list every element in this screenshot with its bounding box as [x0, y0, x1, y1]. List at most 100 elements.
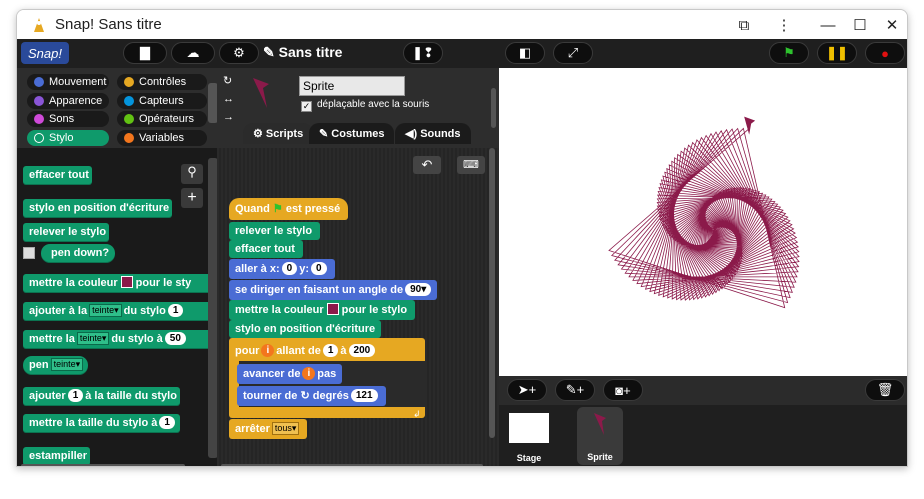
stage-size-button[interactable]: ◧ [505, 42, 545, 64]
tab-costumes[interactable]: ✎ Costumes [309, 123, 395, 144]
category-mouvement[interactable]: Mouvement [27, 74, 109, 90]
more-vert-icon[interactable]: ⋮ [773, 14, 795, 36]
stage[interactable] [499, 68, 907, 376]
pause-icon: ❚❚ [826, 45, 848, 60]
sprite-name-field[interactable]: Sprite [299, 76, 405, 96]
category-stylo[interactable]: Stylo [27, 130, 109, 146]
palette-block-pen-down-predicate[interactable]: pen down? [41, 244, 116, 263]
paint-sprite-button[interactable]: ✎+ [555, 379, 595, 401]
category-dot-icon [34, 114, 44, 124]
script-block-stop[interactable]: arrêter tous▾ [229, 419, 308, 439]
rotate-icon[interactable]: ↻ [223, 72, 234, 90]
keyboard-icon[interactable]: ⌨ [457, 156, 485, 174]
script-block-pen-down[interactable]: stylo en position d'écriture [229, 320, 382, 338]
script-block-move[interactable]: avancer de i pas [237, 364, 343, 384]
normal-stage-icon: ◧ [518, 45, 532, 60]
palette-block-pen-up[interactable]: relever le stylo [23, 223, 110, 242]
category-capteurs[interactable]: Capteurs [117, 93, 207, 109]
draggable-checkbox[interactable]: ✓ [301, 101, 312, 112]
number-slot[interactable]: 0 [310, 262, 327, 275]
script-hscrollbar[interactable] [221, 464, 483, 466]
tab-scripts[interactable]: ⚙ Scripts [243, 123, 314, 144]
number-slot[interactable]: 50 [164, 332, 186, 345]
number-slot[interactable]: 121 [350, 389, 378, 402]
script-hat-green-flag[interactable]: Quand ⚑ est pressé [229, 198, 349, 220]
camera-plus-icon: ◙+ [615, 382, 631, 398]
category-sons[interactable]: Sons [27, 111, 109, 127]
corral-scrollbar[interactable] [491, 88, 496, 128]
turn-right-icon: ↻ [300, 390, 310, 402]
dropdown-attribute[interactable]: teinte▾ [89, 304, 122, 317]
palette-block-set-pen-color[interactable]: mettre la couleur pour le sty [23, 274, 213, 293]
no-rotate-icon[interactable]: → [223, 108, 234, 126]
make-block-plus-icon[interactable]: + [181, 188, 203, 208]
expand-icon: ⤢ [567, 45, 579, 60]
category-controles[interactable]: Contrôles [117, 74, 207, 90]
number-slot[interactable]: 1 [167, 304, 184, 317]
sprite-label: Sprite [587, 452, 613, 462]
script-scrollbar[interactable] [489, 148, 495, 438]
variable-i[interactable]: i [302, 367, 316, 380]
number-slot[interactable]: 1 [322, 344, 339, 357]
delete-sprite-button[interactable]: 🗑 [865, 379, 905, 401]
script-block-clear[interactable]: effacer tout [229, 240, 303, 258]
stop-button[interactable]: ● [865, 42, 905, 64]
unused-blocks-button[interactable]: ❚❢ [403, 42, 443, 64]
corral-stage[interactable]: Stage [507, 409, 551, 463]
left-right-icon[interactable]: ↔ [223, 90, 234, 108]
camera-sprite-button[interactable]: ◙+ [603, 379, 643, 401]
category-selector: Mouvement Contrôles Apparence Capteurs S… [17, 68, 217, 148]
number-slot[interactable]: 1 [159, 416, 175, 429]
app-window: Snap! Sans titre ⧉ ⋮ — ☐ ✕ Snap! ▇ ☁ ⚙ ✎… [16, 9, 908, 467]
minimize-icon[interactable]: — [817, 14, 839, 36]
palette-block-set-pen[interactable]: mettre la teinte▾ du stylo à 50 [23, 330, 213, 349]
color-swatch[interactable] [326, 303, 339, 315]
scripting-area[interactable]: ↶ ⌨ Quand ⚑ est pressé relever le stylo … [217, 148, 499, 466]
cloud-menu-button[interactable]: ☁ [171, 42, 215, 64]
dropdown-stop-option[interactable]: tous▾ [271, 422, 300, 435]
close-icon[interactable]: ✕ [881, 14, 903, 36]
snap-menu-logo[interactable]: Snap! [21, 42, 69, 64]
corral-sprite[interactable]: Sprite [577, 407, 623, 465]
file-menu-button[interactable]: ▇ [123, 42, 167, 64]
add-turtle-sprite-button[interactable]: ➤+ [507, 379, 547, 401]
palette-block-clear[interactable]: effacer tout [23, 166, 92, 185]
palette-block-change-pen[interactable]: ajouter à la teinte▾ du stylo 1 [23, 302, 213, 321]
fullscreen-button[interactable]: ⤢ [553, 42, 593, 64]
category-variables[interactable]: Variables [117, 130, 207, 146]
palette-block-set-size[interactable]: mettre la taille du stylo à1 [23, 414, 180, 433]
palette-block-pen-reporter[interactable]: pen teinte▾ [23, 356, 89, 375]
tab-sounds[interactable]: ◀) Sounds [395, 123, 471, 144]
number-slot[interactable]: 0 [281, 262, 298, 275]
script-block-pen-up[interactable]: relever le stylo [229, 222, 321, 240]
palette-block-change-size[interactable]: ajouter 1 à la taille du stylo [23, 387, 181, 406]
sprite-thumbnail-icon [253, 78, 269, 108]
file-icon: ▇ [140, 45, 150, 60]
number-slot[interactable]: 1 [67, 389, 84, 402]
number-slot[interactable]: 200 [348, 344, 376, 357]
category-apparence[interactable]: Apparence [27, 93, 109, 109]
extensions-icon[interactable]: ⧉ [733, 14, 755, 36]
color-swatch[interactable] [120, 276, 133, 288]
watcher-checkbox[interactable] [23, 247, 35, 259]
pause-button[interactable]: ❚❚ [817, 42, 857, 64]
palette-hscrollbar[interactable] [21, 464, 185, 466]
script-block-point-direction[interactable]: se diriger en faisant un angle de 90▾ [229, 280, 438, 300]
search-icon[interactable]: ⚲ [181, 164, 203, 184]
category-operateurs[interactable]: Opérateurs [117, 111, 207, 127]
script-block-turn[interactable]: tourner de ↻ degrés 121 [237, 386, 386, 406]
undo-icon[interactable]: ↶ [413, 156, 441, 174]
variable-i[interactable]: i [261, 344, 275, 357]
number-slot[interactable]: 90▾ [405, 283, 432, 296]
script-block-set-pen-color[interactable]: mettre la couleur pour le stylo [229, 300, 416, 320]
rotation-style-buttons[interactable]: ↻ ↔ → [223, 72, 234, 126]
green-flag-button[interactable]: ⚑ [769, 42, 809, 64]
settings-menu-button[interactable]: ⚙ [219, 42, 259, 64]
dropdown-attribute[interactable]: teinte▾ [50, 358, 84, 371]
block-palette: Mouvement Contrôles Apparence Capteurs S… [17, 68, 218, 466]
maximize-icon[interactable]: ☐ [849, 14, 871, 36]
dropdown-attribute[interactable]: teinte▾ [76, 332, 110, 345]
script-block-goto[interactable]: aller à x: 0 y: 0 [229, 259, 335, 279]
palette-block-pen-down[interactable]: stylo en position d'écriture [23, 199, 173, 218]
scripts-icon: ⚙ [253, 128, 266, 140]
